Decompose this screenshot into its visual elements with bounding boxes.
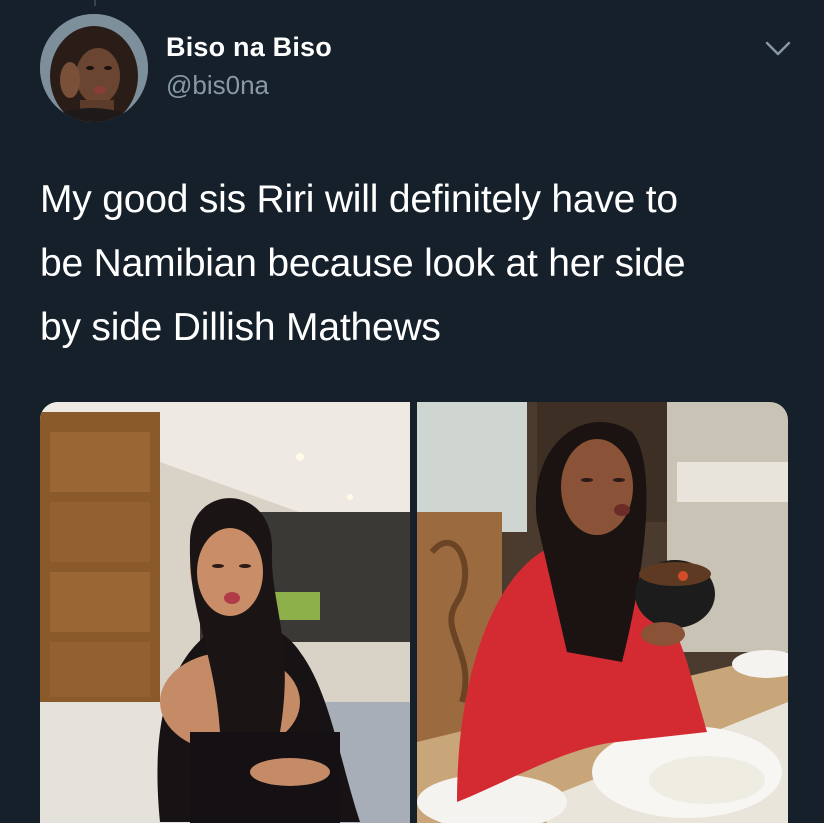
photo-right[interactable] — [417, 402, 788, 823]
media-grid — [40, 402, 788, 823]
tweet-text-line: be Namibian because look at her side — [40, 242, 686, 285]
thread-line — [94, 0, 96, 6]
avatar[interactable] — [40, 14, 148, 122]
chevron-down-icon[interactable] — [762, 32, 794, 64]
tweet-text: My good sis Riri will definitely have to… — [40, 168, 800, 360]
tweet-text-line: by side Dillish Mathews — [40, 306, 441, 349]
photo-left[interactable] — [40, 402, 410, 823]
tweet[interactable]: Biso na Biso @bis0na My good sis Riri wi… — [0, 0, 824, 823]
handle[interactable]: @bis0na — [166, 68, 332, 102]
author-names[interactable]: Biso na Biso @bis0na — [166, 30, 332, 102]
display-name[interactable]: Biso na Biso — [166, 30, 332, 64]
tweet-text-line: My good sis Riri will definitely have to — [40, 178, 678, 221]
